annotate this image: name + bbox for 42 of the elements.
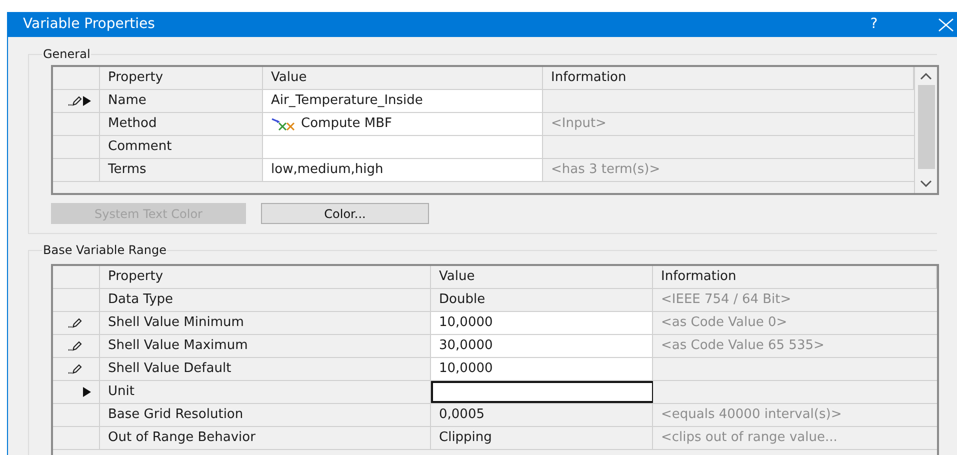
value-text: 30,0000 — [439, 337, 493, 356]
pencil-icon — [68, 318, 82, 328]
value-text: low,medium,high — [271, 161, 384, 180]
column-header[interactable]: Property — [100, 266, 431, 288]
column-header[interactable]: Information — [653, 266, 937, 288]
value-cell[interactable]: 30,0000 — [431, 335, 653, 357]
vertical-scrollbar[interactable] — [914, 67, 937, 193]
information-cell-text: <has 3 term(s)> — [550, 161, 662, 180]
value-text: 10,0000 — [439, 360, 493, 378]
scroll-down-icon[interactable] — [920, 179, 932, 187]
pencil-icon — [68, 364, 82, 374]
pencil-icon — [68, 341, 82, 351]
scroll-up-icon[interactable] — [920, 73, 932, 81]
color-button[interactable]: Color... — [261, 203, 429, 224]
value-cell[interactable]: 10,0000 — [431, 358, 653, 380]
information-cell-text: <as Code Value 65 535> — [660, 337, 826, 356]
value-cell[interactable]: Air_Temperature_Inside — [263, 90, 543, 112]
window-title: Variable Properties — [22, 15, 156, 34]
value-cell[interactable]: low,medium,high — [263, 159, 543, 181]
value-text: 10,0000 — [439, 314, 493, 332]
information-cell-text: <clips out of range value... — [660, 429, 838, 448]
close-icon[interactable] — [937, 18, 955, 32]
column-header[interactable]: Value — [431, 266, 653, 288]
information-cell-text: <equals 40000 interval(s)> — [660, 406, 843, 424]
value-cell[interactable]: Compute MBF — [263, 113, 543, 135]
pencil-icon — [68, 96, 82, 106]
current-row-arrow-icon — [83, 387, 91, 397]
information-cell-text: <Input> — [550, 115, 608, 134]
scrollbar-thumb[interactable] — [918, 85, 934, 169]
value-text: Clipping — [439, 429, 492, 448]
help-button[interactable]: ? — [859, 14, 889, 35]
information-cell-text: <IEEE 754 / 64 Bit> — [660, 291, 792, 310]
current-row-arrow-icon — [83, 96, 91, 106]
value-text: Double — [439, 291, 486, 310]
column-header[interactable]: Property — [100, 67, 263, 89]
value-text: Air_Temperature_Inside — [271, 92, 423, 110]
value-text: 0,0005 — [439, 406, 484, 424]
value-text: Compute MBF — [301, 115, 392, 134]
column-header[interactable]: Value — [263, 67, 543, 89]
information-cell-text: <as Code Value 0> — [660, 314, 788, 332]
value-cell[interactable] — [431, 381, 653, 403]
value-cell[interactable]: 10,0000 — [431, 312, 653, 334]
